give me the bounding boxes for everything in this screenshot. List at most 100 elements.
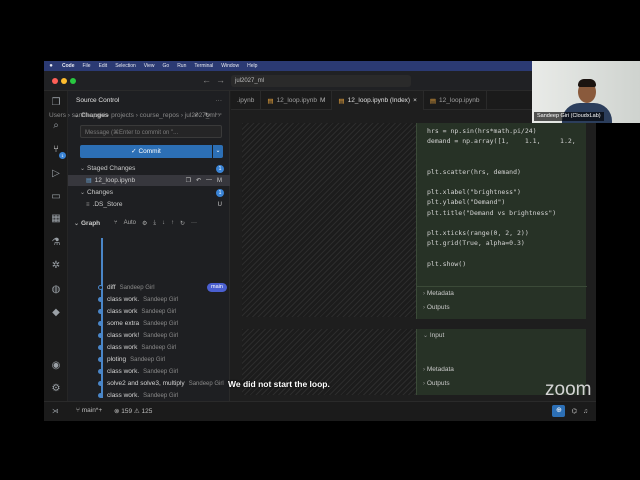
extensions-icon[interactable]: ▦ xyxy=(50,213,62,225)
open-file-icon[interactable]: ❐ xyxy=(186,177,191,184)
zoom-icon[interactable]: ⊕ xyxy=(552,405,566,417)
notifications-icon[interactable]: ♫ xyxy=(583,408,588,415)
notebook-cell-modified[interactable]: hrs = np.sin(hrs*math.pi/24) demand = np.… xyxy=(416,123,587,319)
menu-selection[interactable]: Selection xyxy=(111,63,140,69)
commit-node-icon xyxy=(98,393,103,398)
close-tab-icon[interactable]: × xyxy=(413,97,417,104)
minimize-window-button[interactable] xyxy=(61,78,67,84)
title-bar: ← → jul2027_ml ⌬ ◐ xyxy=(44,71,596,91)
graph-auto-label[interactable]: Auto xyxy=(124,220,136,227)
testing-icon[interactable]: ⚗ xyxy=(50,237,62,249)
status-bar-right: ⊕ ⌬ ♫ xyxy=(552,405,588,417)
graph-section-header[interactable]: ⌄ Graph ⑂ Auto ⚙ ⤓ ↓ ↑ ↻ ··· xyxy=(68,218,230,229)
more-actions-icon[interactable]: ··· xyxy=(216,97,223,104)
branch-indicator[interactable]: ⑂ main*+ xyxy=(76,407,102,414)
back-arrow-icon[interactable]: ← xyxy=(202,75,211,85)
chevron-right-icon: › xyxy=(423,381,425,387)
branch-badge-main[interactable]: main xyxy=(207,283,227,292)
cell-input-toggle[interactable]: ⌄ Input xyxy=(423,332,444,339)
pull-icon[interactable]: ↓ xyxy=(162,220,165,227)
cell-outputs-toggle[interactable]: › Outputs xyxy=(423,304,450,311)
maximize-window-button[interactable] xyxy=(70,78,76,84)
changes-subsection-header[interactable]: ⌄ Changes 1 xyxy=(68,187,230,198)
commit-button-label: Commit xyxy=(138,148,161,155)
cell-outputs-toggle[interactable]: › Outputs xyxy=(423,380,450,387)
code-line: plt.ylabel("Demand") xyxy=(427,198,506,207)
commit-row[interactable]: class work. Sandeep Girl xyxy=(97,294,227,305)
commit-dropdown-button[interactable]: ⌄ xyxy=(213,145,223,158)
screen: ● Code File Edit Selection View Go Run T… xyxy=(0,0,640,480)
commit-message-input[interactable]: Message (⌘Enter to commit on "... xyxy=(80,125,222,138)
tab-label: 12_loop.ipynb (Index) xyxy=(347,97,411,104)
fetch-icon[interactable]: ⤓ xyxy=(153,220,156,227)
commit-row[interactable]: some extra Sandeep Girl xyxy=(97,318,227,329)
commit-row[interactable]: class work! Sandeep Girl xyxy=(97,330,227,341)
command-center-label: jul2027_ml xyxy=(235,78,265,84)
python-icon[interactable]: ◆ xyxy=(50,307,62,319)
commit-row[interactable]: class workSandeep Girl xyxy=(97,306,227,317)
tab-12-loop-working[interactable]: ▤ 12_loop.ipynb xyxy=(424,91,487,110)
refresh-icon[interactable]: ↻ xyxy=(180,220,185,227)
menu-run[interactable]: Run xyxy=(173,63,190,69)
sidebar-title: Source Control xyxy=(76,97,120,104)
tab-12-loop-index[interactable]: ▤ 12_loop.ipynb (Index) × xyxy=(332,91,424,110)
close-window-button[interactable] xyxy=(52,78,58,84)
settings-gear-icon[interactable]: ⚙ xyxy=(50,383,62,395)
command-center-search[interactable]: jul2027_ml xyxy=(231,75,411,87)
menu-go[interactable]: Go xyxy=(159,63,174,69)
breadcrumb[interactable]: Users › sandeepgiri › projects › course_… xyxy=(49,112,289,122)
commit-message-text: class work. xyxy=(107,368,140,375)
tab-12-loop-modified[interactable]: ▤ 12_loop.ipynb M xyxy=(261,91,333,110)
settings-icon[interactable]: ⚙ xyxy=(142,220,147,227)
branch-icon[interactable]: ⑂ xyxy=(114,220,118,227)
apple-menu-icon[interactable]: ● xyxy=(44,63,58,69)
gitlens-icon[interactable]: ✲ xyxy=(50,260,62,272)
code-line: plt.grid(True, alpha=0.3) xyxy=(427,239,525,248)
unstage-icon[interactable]: — xyxy=(206,177,212,184)
problems-indicator[interactable]: ⊗ 159 ⚠ 125 xyxy=(114,407,152,415)
notebook-tab-icon: ▤ xyxy=(429,97,437,105)
copilot-status-icon[interactable]: ⌬ xyxy=(571,407,577,415)
notebook-tab-icon: ▤ xyxy=(267,97,274,105)
commit-row[interactable]: class workSandeep Girl xyxy=(97,342,227,353)
cell-metadata-toggle[interactable]: › Metadata xyxy=(423,290,454,297)
notebook-file-icon: ▤ xyxy=(86,178,92,184)
menu-file[interactable]: File xyxy=(79,63,95,69)
menu-terminal[interactable]: Terminal xyxy=(190,63,217,69)
cell-metadata-toggle[interactable]: › Metadata xyxy=(423,366,454,373)
commit-row[interactable]: solve2 and solve3, multiply Sandeep Girl xyxy=(97,378,227,389)
commit-button[interactable]: ✓ Commit xyxy=(80,145,212,158)
menu-edit[interactable]: Edit xyxy=(95,63,112,69)
remote-icon[interactable]: ⋊ xyxy=(52,407,59,415)
menu-window[interactable]: Window xyxy=(217,63,243,69)
push-icon[interactable]: ↑ xyxy=(171,220,174,227)
commit-row[interactable]: class work. Sandeep Girl xyxy=(97,390,227,401)
more-icon[interactable]: ··· xyxy=(191,220,197,227)
staged-file-name: 12_loop.ipynb xyxy=(94,177,136,184)
staged-changes-header[interactable]: ⌄ Staged Changes 1 xyxy=(68,163,230,174)
commit-message: solve2 and solve3, multiply Sandeep Girl xyxy=(107,380,224,387)
code-line: plt.xticks(range(0, 2, 2)) xyxy=(427,229,529,237)
remote-explorer-icon[interactable]: ▭ xyxy=(50,191,62,203)
database-icon[interactable]: ◍ xyxy=(50,284,62,296)
staged-file-item[interactable]: ▤ 12_loop.ipynb ❐ ↶ — M xyxy=(68,175,230,186)
metadata-label: Metadata xyxy=(426,366,454,373)
commit-node-icon xyxy=(98,297,103,302)
commit-message: class work. Sandeep Girl xyxy=(107,368,178,375)
staged-file-status: M xyxy=(217,177,222,184)
menu-help[interactable]: Help xyxy=(243,63,261,69)
menu-view[interactable]: View xyxy=(140,63,159,69)
commit-message-text: solve2 and solve3, multiply xyxy=(107,380,185,387)
run-debug-icon[interactable]: ▷ xyxy=(50,168,62,180)
discard-icon[interactable]: ↶ xyxy=(196,177,201,184)
commit-row[interactable]: ploting Sandeep Girl xyxy=(97,354,227,365)
menu-app-name[interactable]: Code xyxy=(58,63,79,69)
tab-ipynb[interactable]: .ipynb xyxy=(231,91,262,110)
explorer-icon[interactable]: ❐ xyxy=(50,97,62,109)
commit-message-text: class work! xyxy=(107,332,140,339)
commit-row[interactable]: class work. Sandeep Girl xyxy=(97,366,227,377)
forward-arrow-icon[interactable]: → xyxy=(216,75,225,85)
changed-file-item[interactable]: ≡ .DS_Store U xyxy=(68,199,230,210)
input-label: Input xyxy=(429,332,445,339)
accounts-icon[interactable]: ◉ xyxy=(50,360,62,372)
